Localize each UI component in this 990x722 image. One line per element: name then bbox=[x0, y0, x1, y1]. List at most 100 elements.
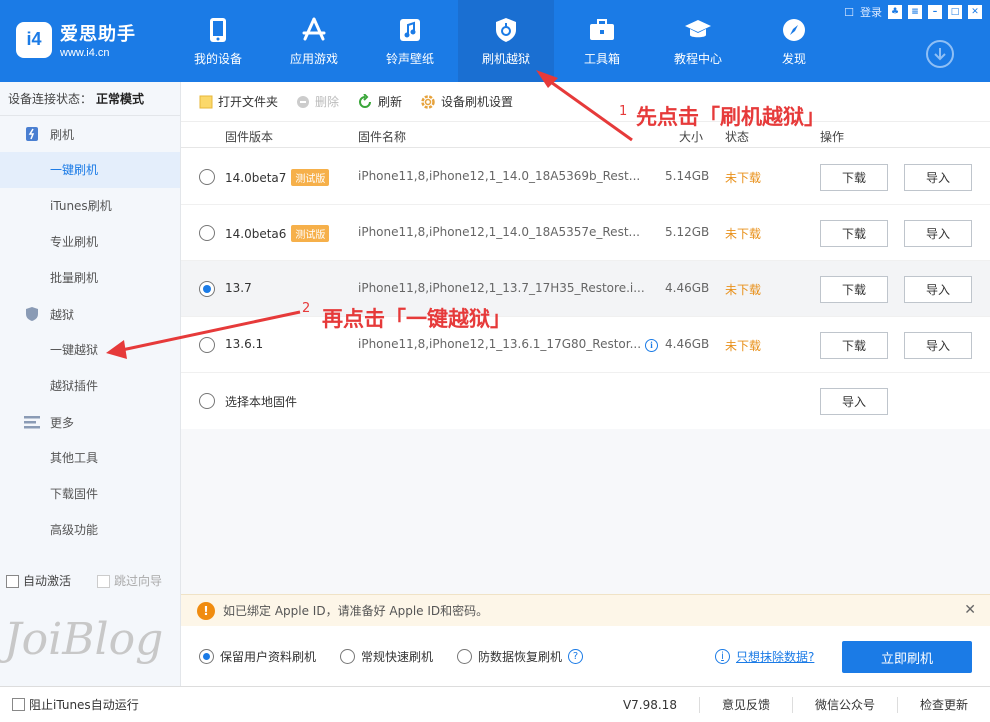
download-button[interactable]: 下载 bbox=[820, 332, 888, 359]
flash-settings-button[interactable]: 设备刷机设置 bbox=[420, 93, 513, 110]
delete-label: 删除 bbox=[315, 95, 340, 109]
table-row[interactable]: 13.6.1 iPhone11,8,iPhone12,1_13.6.1_17G8… bbox=[181, 317, 990, 373]
skip-guide-checkbox[interactable]: 跳过向导 bbox=[97, 572, 162, 589]
sidebar-item-itunes-flash[interactable]: iTunes刷机 bbox=[0, 188, 180, 224]
firmware-version: 14.0beta6 测试版 bbox=[225, 225, 330, 242]
menu-icon[interactable]: ≡ bbox=[908, 5, 922, 19]
keep-data-option[interactable]: 保留用户资料刷机 bbox=[199, 648, 316, 665]
firmware-radio[interactable] bbox=[199, 225, 215, 241]
import-button[interactable]: 导入 bbox=[904, 332, 972, 359]
sidebar-item-jailbreak-plugins[interactable]: 越狱插件 bbox=[0, 368, 180, 404]
sidebar-item-pro-flash[interactable]: 专业刷机 bbox=[0, 224, 180, 260]
sidebar-group-jailbreak[interactable]: 越狱 bbox=[0, 296, 180, 332]
feedback-link[interactable]: 意见反馈 bbox=[698, 696, 792, 713]
app-version: V7.98.18 bbox=[622, 697, 677, 712]
sidebar-item-batch-flash[interactable]: 批量刷机 bbox=[0, 260, 180, 296]
refresh-button[interactable]: 刷新 bbox=[357, 93, 402, 110]
flash-now-button[interactable]: 立即刷机 bbox=[842, 641, 972, 673]
table-empty-area bbox=[181, 429, 990, 594]
nav-ringtones[interactable]: 铃声壁纸 bbox=[362, 0, 458, 82]
version-text: 13.7 bbox=[225, 281, 252, 295]
window-controls: ☐ 登录 ♣ ≡ – □ ✕ bbox=[844, 4, 982, 20]
download-manager-icon[interactable] bbox=[926, 40, 954, 68]
checkbox-box bbox=[97, 575, 111, 588]
firmware-radio[interactable] bbox=[199, 169, 215, 185]
firmware-name: iPhone11,8,iPhone12,1_14.0_18A5369b_Rest… bbox=[358, 169, 641, 183]
sidebar-group-flash[interactable]: 刷机 bbox=[0, 116, 180, 152]
open-folder-button[interactable]: 打开文件夹 bbox=[199, 93, 278, 110]
local-firmware-radio[interactable] bbox=[199, 393, 215, 409]
user-icon[interactable]: ☐ bbox=[844, 6, 854, 19]
firmware-size: 5.12GB bbox=[665, 225, 710, 239]
import-button[interactable]: 导入 bbox=[904, 220, 972, 247]
sidebar-item-one-click-jailbreak[interactable]: 一键越狱 bbox=[0, 332, 180, 368]
nav-apps-games[interactable]: 应用游戏 bbox=[266, 0, 362, 82]
shield-icon bbox=[24, 306, 40, 322]
download-status: 未下载 bbox=[725, 227, 762, 241]
firmware-size: 4.46GB bbox=[665, 281, 710, 295]
refresh-label: 刷新 bbox=[378, 95, 403, 109]
sidebar-group-more[interactable]: 更多 bbox=[0, 404, 180, 440]
import-button[interactable]: 导入 bbox=[904, 276, 972, 303]
toolbox-icon bbox=[588, 16, 616, 44]
delete-button[interactable]: 删除 bbox=[296, 93, 339, 110]
annotation-step-2-number: 2 bbox=[302, 301, 311, 316]
sidebar-item-one-click-flash[interactable]: 一键刷机 bbox=[0, 152, 180, 188]
sidebar: 设备连接状态： 正常模式 刷机 一键刷机 iTunes刷机 专业刷机 批量刷机 越… bbox=[0, 82, 181, 686]
local-firmware-label: 选择本地固件 bbox=[225, 395, 298, 409]
download-button[interactable]: 下载 bbox=[820, 164, 888, 191]
download-button[interactable]: 下载 bbox=[820, 220, 888, 247]
table-row[interactable]: 14.0beta6 测试版 iPhone11,8,iPhone12,1_14.0_… bbox=[181, 205, 990, 261]
sidebar-item-other-tools[interactable]: 其他工具 bbox=[0, 440, 180, 476]
sidebar-item-download-firmware[interactable]: 下载固件 bbox=[0, 476, 180, 512]
block-itunes-checkbox[interactable]: 阻止iTunes自动运行 bbox=[12, 696, 139, 713]
status-bar: 阻止iTunes自动运行 V7.98.18 意见反馈 微信公众号 检查更新 bbox=[0, 686, 990, 721]
app-logo[interactable]: i4 爱思助手 www.i4.cn bbox=[16, 20, 136, 59]
col-name: 固件名称 bbox=[358, 130, 407, 144]
sidebar-item-advanced[interactable]: 高级功能 bbox=[0, 512, 180, 548]
local-firmware-row[interactable]: 选择本地固件 导入 bbox=[181, 373, 990, 429]
quick-flash-option[interactable]: 常规快速刷机 bbox=[340, 648, 433, 665]
watermark: JoiBlog bbox=[4, 614, 164, 665]
wechat-link[interactable]: 微信公众号 bbox=[791, 696, 897, 713]
main-nav: 我的设备 应用游戏 铃声壁纸 刷机越狱 工具箱 教程中心 发现 bbox=[170, 0, 842, 82]
nav-tutorials[interactable]: 教程中心 bbox=[650, 0, 746, 82]
local-import-button[interactable]: 导入 bbox=[820, 388, 888, 415]
check-update-link[interactable]: 检查更新 bbox=[896, 696, 990, 713]
wipe-data-link[interactable]: i 只想抹除数据? bbox=[715, 648, 814, 665]
minimize-icon[interactable]: – bbox=[928, 5, 942, 19]
menu-lines-icon bbox=[24, 414, 40, 430]
nav-toolbox[interactable]: 工具箱 bbox=[554, 0, 650, 82]
login-link[interactable]: 登录 bbox=[860, 4, 882, 20]
graduation-cap-icon bbox=[684, 16, 712, 44]
radio-selected bbox=[199, 648, 214, 664]
firmware-radio[interactable] bbox=[199, 337, 215, 353]
firmware-version: 14.0beta7 测试版 bbox=[225, 169, 330, 186]
close-icon[interactable]: ✕ bbox=[968, 5, 982, 19]
refresh-icon bbox=[359, 93, 372, 108]
nav-label: 工具箱 bbox=[583, 51, 620, 66]
apple-id-notice: ! 如已绑定 Apple ID，请准备好 Apple ID和密码。 ✕ bbox=[181, 594, 990, 626]
anti-recovery-option[interactable]: 防数据恢复刷机? bbox=[457, 648, 584, 665]
version-text: 13.6.1 bbox=[225, 337, 264, 351]
music-icon bbox=[396, 16, 424, 44]
delete-icon bbox=[297, 95, 310, 108]
close-icon[interactable]: ✕ bbox=[964, 602, 976, 618]
help-icon[interactable]: ? bbox=[568, 648, 584, 664]
info-icon[interactable]: i bbox=[645, 339, 659, 352]
col-version: 固件版本 bbox=[225, 130, 274, 144]
top-bar: i4 爱思助手 www.i4.cn 我的设备 应用游戏 铃声壁纸 刷机越狱 工具… bbox=[0, 0, 990, 82]
auto-activate-checkbox[interactable]: 自动激活 bbox=[6, 572, 71, 589]
maximize-icon[interactable]: □ bbox=[948, 5, 962, 19]
skin-icon[interactable]: ♣ bbox=[888, 5, 902, 19]
nav-flash-jailbreak[interactable]: 刷机越狱 bbox=[458, 0, 554, 82]
nav-discover[interactable]: 发现 bbox=[746, 0, 842, 82]
table-row[interactable]: 14.0beta7 测试版 iPhone11,8,iPhone12,1_14.0_… bbox=[181, 149, 990, 205]
device-connection-status: 设备连接状态： 正常模式 bbox=[0, 82, 180, 116]
firmware-radio-selected[interactable] bbox=[199, 281, 215, 297]
logo-text: 爱思助手 www.i4.cn bbox=[60, 20, 136, 59]
nav-my-device[interactable]: 我的设备 bbox=[170, 0, 266, 82]
import-button[interactable]: 导入 bbox=[904, 164, 972, 191]
download-button[interactable]: 下载 bbox=[820, 276, 888, 303]
quick-flash-label: 常规快速刷机 bbox=[361, 649, 434, 664]
